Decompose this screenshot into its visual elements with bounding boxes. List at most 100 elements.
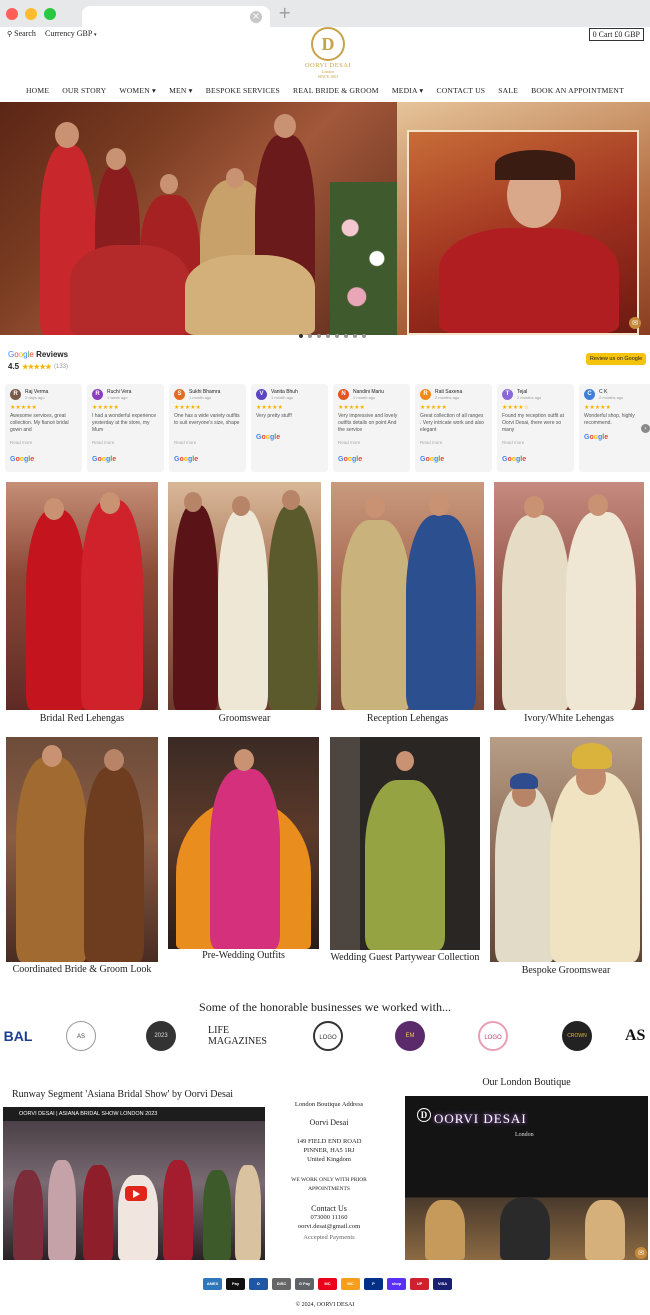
- category-image: [494, 482, 644, 710]
- slide-dot[interactable]: [299, 334, 303, 338]
- nav-media[interactable]: MEDIA ▾: [392, 86, 424, 98]
- category-image: [330, 737, 480, 950]
- cart-button[interactable]: 0 Cart £0 GBP: [588, 28, 644, 41]
- business-logo[interactable]: BAL: [2, 1020, 34, 1052]
- play-icon[interactable]: [125, 1186, 147, 1201]
- review-card[interactable]: R Ruchi Vera 1 week ago ★★★★★ I had a wonder…: [87, 384, 164, 472]
- close-window-button[interactable]: [6, 8, 18, 20]
- slide-dot[interactable]: [362, 334, 366, 338]
- business-logo-text: EM: [395, 1021, 425, 1051]
- review-stars: ★★★★★: [92, 405, 119, 411]
- category-image: [6, 482, 158, 710]
- search-link[interactable]: ⚲ Search: [7, 29, 36, 38]
- slideshow-dots[interactable]: [299, 334, 366, 338]
- site-header: ⚲ Search Currency GBP ▾ D OORVI DESAI Lo…: [0, 27, 650, 79]
- review-card[interactable]: V Vanita Bhuh 1 month ago ★★★★★ Very pretty …: [251, 384, 328, 472]
- business-logo-text: AS: [625, 1027, 646, 1044]
- review-text: Very impressive and lovely outfits detai…: [338, 413, 398, 433]
- chat-icon[interactable]: ✉: [635, 1247, 647, 1259]
- currency-selector[interactable]: Currency GBP ▾: [45, 29, 97, 38]
- slide-dot[interactable]: [326, 334, 330, 338]
- slide-dot[interactable]: [353, 334, 357, 338]
- category-pre-wedding-outfits[interactable]: Pre-Wedding Outfits: [168, 737, 319, 967]
- runway-video[interactable]: OORVI DESAI | ASIANA BRIDAL SHOW LONDON …: [3, 1107, 265, 1260]
- boutique-address: London Boutique Address Oorvi Desai 149 …: [270, 1100, 388, 1242]
- maximize-window-button[interactable]: [44, 8, 56, 20]
- category-bridal-red-lehengas[interactable]: Bridal Red Lehengas: [6, 482, 158, 727]
- payment-icon: AMEX: [203, 1278, 222, 1290]
- review-stars: ★★★★★: [256, 405, 283, 411]
- category-groomswear[interactable]: Groomswear: [168, 482, 321, 727]
- google-logo: Google: [256, 434, 281, 441]
- read-more-link[interactable]: Read more: [92, 440, 114, 445]
- business-logo[interactable]: AS: [625, 1020, 650, 1052]
- review-stars: ★★★★★: [420, 405, 447, 411]
- nav-contact-us[interactable]: CONTACT US: [436, 86, 485, 98]
- read-more-link[interactable]: Read more: [420, 440, 442, 445]
- search-icon: ⚲: [7, 29, 13, 38]
- review-card[interactable]: T Tejal 2 months ago ★★★★☆ Found my receptio…: [497, 384, 574, 472]
- review-card[interactable]: CC K2 months ago ★★★★★ Wonderful shop, hig…: [579, 384, 650, 472]
- google-logo: Google: [420, 456, 445, 463]
- close-tab-icon[interactable]: ×: [250, 11, 262, 23]
- chat-icon[interactable]: ✉: [629, 317, 641, 329]
- review-card[interactable]: R Rati Saxena 2 months ago ★★★★★ Great colle…: [415, 384, 492, 472]
- review-cards: R Raj Verma 2 days ago ★★★★★ Awesome service…: [5, 384, 650, 472]
- review-date: 2 months ago: [435, 395, 460, 400]
- business-logo[interactable]: AS: [65, 1020, 97, 1052]
- review-card[interactable]: N Nandini Mariu 1 month ago ★★★★★ Very impre…: [333, 384, 410, 472]
- slide-dot[interactable]: [335, 334, 339, 338]
- category-ivory-white-lehengas[interactable]: Ivory/White Lehengas: [494, 482, 644, 727]
- logo-mark: D: [311, 27, 345, 61]
- slide-dot[interactable]: [344, 334, 348, 338]
- read-more-link[interactable]: Read more: [338, 440, 360, 445]
- category-bespoke-groomswear[interactable]: Bespoke Groomswear: [490, 737, 642, 980]
- nav-book-appointment[interactable]: BOOK AN APPOINTMENT: [531, 86, 624, 98]
- category-reception-lehengas[interactable]: Reception Lehengas: [331, 482, 484, 727]
- contact-phone[interactable]: 073000 11160: [270, 1213, 388, 1222]
- review-date: 1 month ago: [353, 395, 376, 400]
- nav-sale[interactable]: SALE: [498, 86, 518, 98]
- nav-home[interactable]: HOME: [26, 86, 49, 98]
- new-tab-button[interactable]: +: [278, 5, 291, 21]
- business-logo-text: LIFE MAGAZINES: [208, 1025, 267, 1047]
- review-card[interactable]: S Sukhi Bhamra 1 month ago ★★★★★ One has a w…: [169, 384, 246, 472]
- runway-heading: Runway Segment 'Asiana Bridal Show' by O…: [12, 1089, 234, 1100]
- review-us-button[interactable]: Review us on Google: [586, 353, 646, 365]
- category-wedding-guest-partywear[interactable]: Wedding Guest Partywear Collection: [330, 737, 480, 968]
- read-more-link[interactable]: Read more: [502, 440, 524, 445]
- contact-email[interactable]: oorvi.desai@gmail.com: [270, 1222, 388, 1231]
- business-logo[interactable]: LIFE MAGAZINES: [208, 1020, 282, 1052]
- browser-tab[interactable]: ×: [82, 6, 270, 27]
- nav-bespoke-services[interactable]: BESPOKE SERVICES: [206, 86, 280, 98]
- category-image: [168, 737, 319, 949]
- minimize-window-button[interactable]: [25, 8, 37, 20]
- review-date: 1 month ago: [271, 395, 294, 400]
- category-label: Bespoke Groomswear: [521, 965, 611, 976]
- nav-real-bride-groom[interactable]: REAL BRIDE & GROOM: [293, 86, 379, 98]
- contact-heading: Contact Us: [311, 1204, 347, 1213]
- site-logo[interactable]: D OORVI DESAI London SINCE 2003: [298, 27, 358, 79]
- business-logo[interactable]: CROWN: [560, 1020, 594, 1052]
- google-logo: Google: [92, 456, 117, 463]
- payment-methods: AMEX Pay D DISC G Pay MC MC Pshop UP VISA: [203, 1278, 452, 1290]
- nav-women[interactable]: WOMEN ▾: [119, 86, 156, 98]
- slide-dot[interactable]: [317, 334, 321, 338]
- hero-slideshow[interactable]: [0, 102, 650, 335]
- review-card[interactable]: R Raj Verma 2 days ago ★★★★★ Awesome service…: [5, 384, 82, 472]
- category-label: Coordinated Bride & Groom Look: [12, 964, 152, 975]
- read-more-link[interactable]: Read more: [10, 440, 32, 445]
- chevron-right-icon[interactable]: ›: [641, 424, 650, 433]
- business-logo[interactable]: 2023: [145, 1020, 177, 1052]
- nav-men[interactable]: MEN ▾: [169, 86, 193, 98]
- business-logo[interactable]: LOGO: [476, 1020, 510, 1052]
- payment-icon: P: [364, 1278, 383, 1290]
- reviews-title: Reviews: [36, 350, 69, 359]
- business-logo[interactable]: EM: [393, 1020, 427, 1052]
- slide-dot[interactable]: [308, 334, 312, 338]
- category-coordinated-bride-groom[interactable]: Coordinated Bride & Groom Look: [6, 737, 158, 980]
- logo-name: OORVI DESAI: [304, 62, 352, 69]
- nav-our-story[interactable]: OUR STORY: [62, 86, 106, 98]
- read-more-link[interactable]: Read more: [174, 440, 196, 445]
- business-logo[interactable]: LOGO: [311, 1020, 345, 1052]
